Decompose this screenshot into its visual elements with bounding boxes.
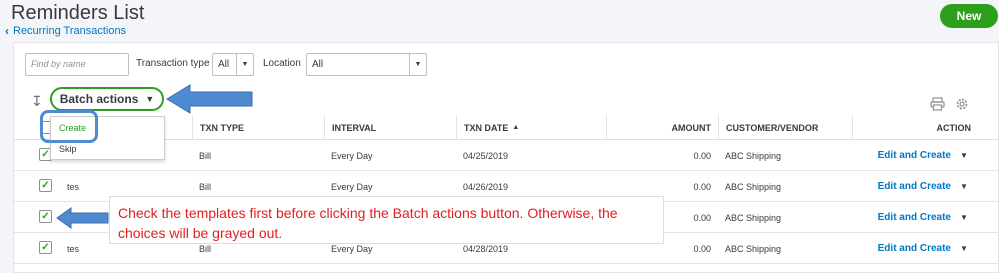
caret-down-icon: ▼ <box>236 54 253 75</box>
row-customer: ABC Shipping <box>725 181 782 192</box>
row-checkbox[interactable]: ✓ <box>39 210 52 223</box>
menu-item-skip[interactable]: Skip <box>59 144 77 154</box>
edit-and-create-link[interactable]: Edit and Create <box>878 181 951 192</box>
row-customer: ABC Shipping <box>725 150 782 161</box>
print-icon[interactable] <box>930 97 945 111</box>
back-link-label: Recurring Transactions <box>13 25 127 37</box>
txn-type-select[interactable]: All ▼ <box>212 53 254 76</box>
row-type: Bill <box>199 150 212 161</box>
location-label: Location <box>263 58 301 69</box>
annotation-callout: Check the templates first before clickin… <box>109 196 664 244</box>
edit-and-create-link[interactable]: Edit and Create <box>878 212 951 223</box>
new-button[interactable]: New <box>940 4 998 28</box>
batch-actions-button[interactable]: Batch actions ▼ <box>50 87 164 111</box>
column-header-interval[interactable]: INTERVAL <box>324 115 456 140</box>
row-customer: ABC Shipping <box>725 212 782 223</box>
column-header-amount[interactable]: AMOUNT <box>606 115 718 140</box>
search-input[interactable]: Find by name <box>25 53 129 76</box>
annotation-arrow-icon <box>166 84 253 114</box>
caret-down-icon: ▼ <box>145 94 155 104</box>
annotation-arrow-icon <box>56 207 109 229</box>
caret-down-icon: ▼ <box>409 54 426 75</box>
row-interval: Every Day <box>331 150 373 161</box>
column-header-txn-date[interactable]: TXN DATE ▲ <box>456 115 606 140</box>
column-header-action: ACTION <box>852 115 998 140</box>
row-checkbox[interactable]: ✓ <box>39 241 52 254</box>
batch-actions-label: Batch actions <box>59 92 139 106</box>
page-title: Reminders List <box>11 2 145 24</box>
caret-down-icon[interactable]: ▼ <box>960 244 968 253</box>
txn-date-label: TXN DATE <box>464 122 509 133</box>
txn-type-value: All <box>218 59 230 70</box>
edit-and-create-link[interactable]: Edit and Create <box>878 243 951 254</box>
caret-down-icon[interactable]: ▼ <box>960 213 968 222</box>
row-date: 04/25/2019 <box>463 150 509 161</box>
row-amount: 0.00 <box>693 150 711 161</box>
sort-arrow-icon[interactable]: ↧ <box>31 93 43 110</box>
back-link[interactable]: ‹ Recurring Transactions <box>5 24 126 38</box>
row-customer: ABC Shipping <box>725 243 782 254</box>
caret-down-icon[interactable]: ▼ <box>960 182 968 191</box>
annotation-highlight-box <box>40 110 98 143</box>
txn-type-label: Transaction type <box>136 58 210 69</box>
row-checkbox[interactable]: ✓ <box>39 179 52 192</box>
gear-icon[interactable] <box>955 97 969 111</box>
sort-up-icon: ▲ <box>512 124 520 131</box>
location-select[interactable]: All ▼ <box>306 53 427 76</box>
column-header-customer[interactable]: CUSTOMER/VENDOR <box>718 115 852 140</box>
edit-and-create-link[interactable]: Edit and Create <box>878 150 951 161</box>
caret-down-icon[interactable]: ▼ <box>960 151 968 160</box>
chevron-left-icon: ‹ <box>5 24 9 38</box>
column-header-txn-type[interactable]: TXN TYPE <box>192 115 324 140</box>
location-value: All <box>312 59 324 70</box>
